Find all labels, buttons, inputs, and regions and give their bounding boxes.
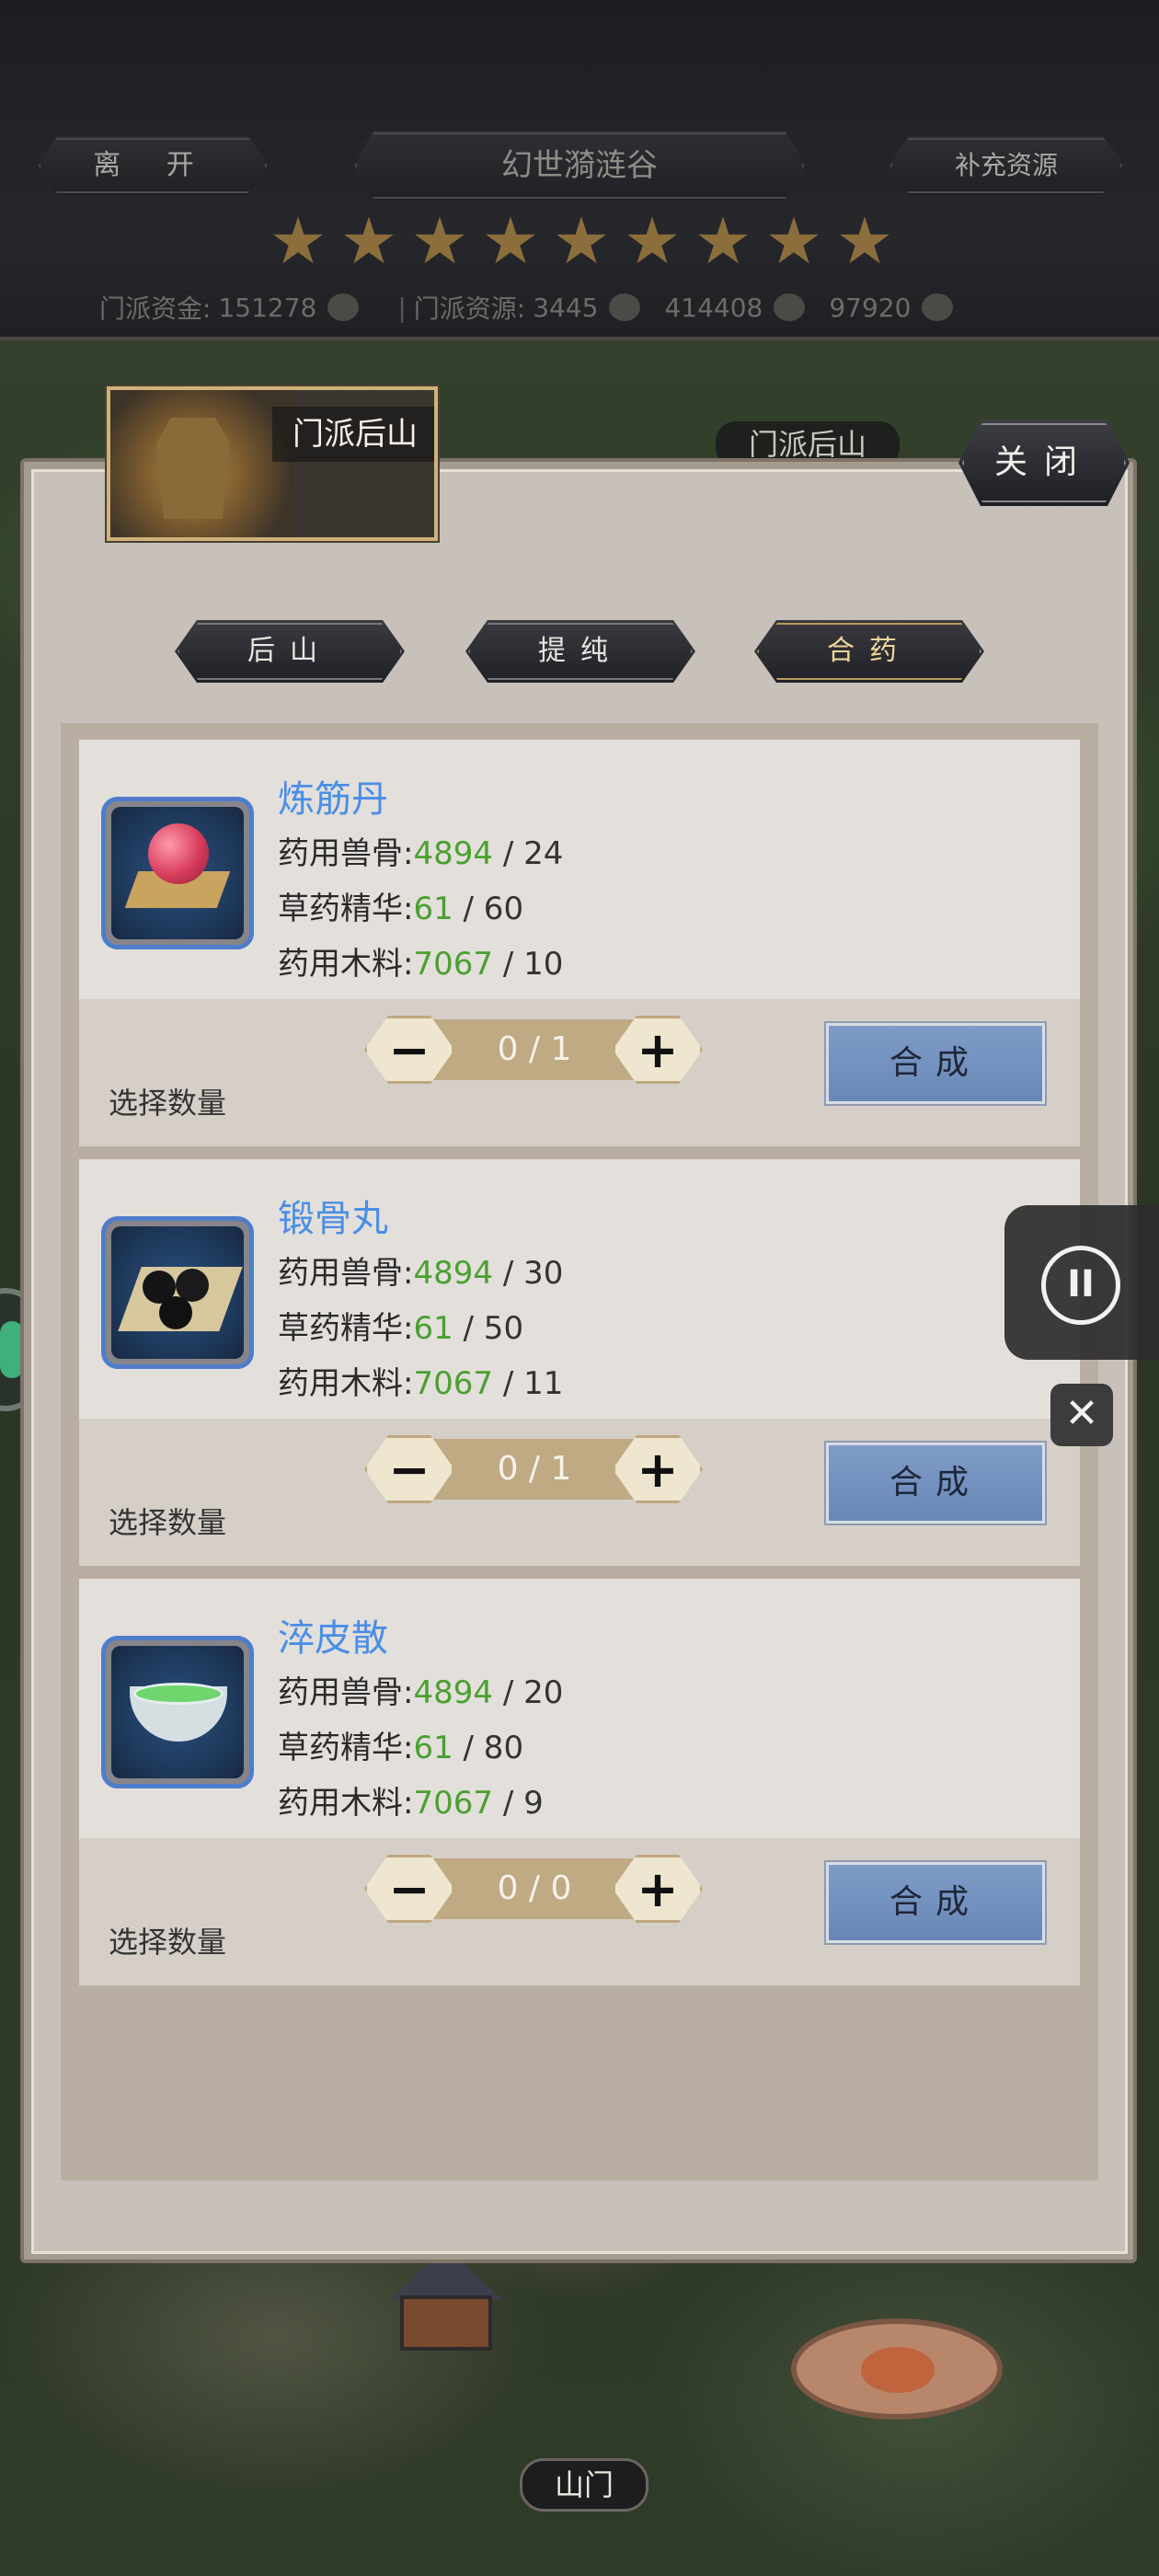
stat-medicinal-wood: 药用木料:7067 / 9 (278, 1785, 544, 1822)
star-icon: ★ (835, 203, 894, 279)
recipe-name: 淬皮散 (278, 1617, 388, 1660)
recipe-card: 锻骨丸 药用兽骨:4894 / 30 草药精华:61 / 50 药用木料:706… (79, 1159, 1080, 1566)
star-icon: ★ (339, 203, 398, 279)
furnace-image (110, 390, 294, 537)
recipe-name: 锻骨丸 (278, 1198, 388, 1240)
funds-value: 151278 (218, 292, 317, 323)
top-bar: 离 开 幻世漪涟谷 补充资源 ★ ★ ★ ★ ★ ★ ★ ★ ★ 门派资金: 151278 | … (0, 0, 1159, 340)
synthesize-button[interactable]: 合成 (824, 1441, 1047, 1525)
ore-icon (609, 293, 641, 321)
synthesize-button[interactable]: 合成 (824, 1860, 1047, 1945)
star-icon: ★ (481, 203, 540, 279)
funds-label: 门派资金: (99, 293, 212, 324)
leave-button[interactable]: 离 开 (37, 136, 269, 195)
quantity-stepper: 0 / 1 − + (364, 1016, 703, 1084)
star-icon: ★ (552, 203, 611, 279)
star-icon: ★ (410, 203, 469, 279)
sect-resources-value: 3445 (533, 292, 599, 323)
stat-medicinal-wood: 药用木料:7067 / 10 (278, 946, 564, 983)
quantity-stepper: 0 / 1 − + (364, 1435, 703, 1503)
stat-beast-bone: 药用兽骨:4894 / 30 (278, 1255, 564, 1292)
recipe-name: 炼筋丹 (278, 778, 388, 821)
recipe-card: 炼筋丹 药用兽骨:4894 / 24 草药精华:61 / 60 药用木料:706… (79, 740, 1080, 1146)
iron-value: 97920 (829, 292, 912, 323)
stat-beast-bone: 药用兽骨:4894 / 20 (278, 1674, 564, 1711)
resource-bar: 门派资金: 151278 | 门派资源: 3445 414408 97920 (99, 289, 977, 326)
tab-purify[interactable]: 提纯 (465, 620, 695, 683)
star-icon: ★ (694, 203, 752, 279)
stat-beast-bone: 药用兽骨:4894 / 24 (278, 835, 564, 872)
synthesize-button[interactable]: 合成 (824, 1021, 1047, 1106)
quantity-label: 选择数量 (109, 1505, 227, 1540)
floating-pause-panel: II (1004, 1205, 1159, 1360)
quantity-label: 选择数量 (109, 1925, 227, 1960)
star-icon: ★ (623, 203, 682, 279)
close-icon[interactable]: ✕ (1050, 1384, 1113, 1446)
stat-herb-essence: 草药精华:61 / 80 (278, 1730, 524, 1766)
black-pills-icon[interactable] (101, 1216, 254, 1369)
separator: | (397, 292, 407, 323)
close-button[interactable]: 关闭 (958, 420, 1130, 506)
iron-block-icon (922, 293, 954, 321)
recipe-card: 淬皮散 药用兽骨:4894 / 20 草药精华:61 / 80 药用木料:706… (79, 1579, 1080, 1985)
pause-icon[interactable]: II (1041, 1246, 1120, 1325)
star-icon: ★ (269, 203, 327, 279)
circular-platform[interactable] (791, 2318, 1003, 2420)
stat-herb-essence: 草药精华:61 / 60 (278, 891, 524, 927)
mountain-gate-label[interactable]: 山门 (520, 2458, 648, 2512)
coin-icon (327, 293, 360, 321)
star-icon: ★ (764, 203, 823, 279)
wood-value: 414408 (664, 292, 763, 323)
tab-backmountain[interactable]: 后山 (175, 620, 405, 683)
panel-title: 门派后山 (272, 407, 434, 462)
supply-resources-button[interactable]: 补充资源 (889, 136, 1124, 195)
sect-resources-label: 门派资源: (413, 293, 526, 324)
star-rating: ★ ★ ★ ★ ★ ★ ★ ★ ★ (269, 203, 894, 279)
quantity-stepper: 0 / 0 − + (364, 1855, 703, 1923)
sect-title: 幻世漪涟谷 (353, 131, 806, 201)
sword-icon (774, 293, 806, 321)
green-bowl-icon[interactable] (101, 1636, 254, 1788)
quantity-label: 选择数量 (109, 1086, 227, 1121)
stat-medicinal-wood: 药用木料:7067 / 11 (278, 1365, 564, 1402)
red-pill-icon[interactable] (101, 797, 254, 949)
tab-compound-medicine[interactable]: 合药 (754, 620, 984, 683)
stat-herb-essence: 草药精华:61 / 50 (278, 1310, 524, 1347)
panel-header-card: 门派后山 (107, 386, 438, 541)
